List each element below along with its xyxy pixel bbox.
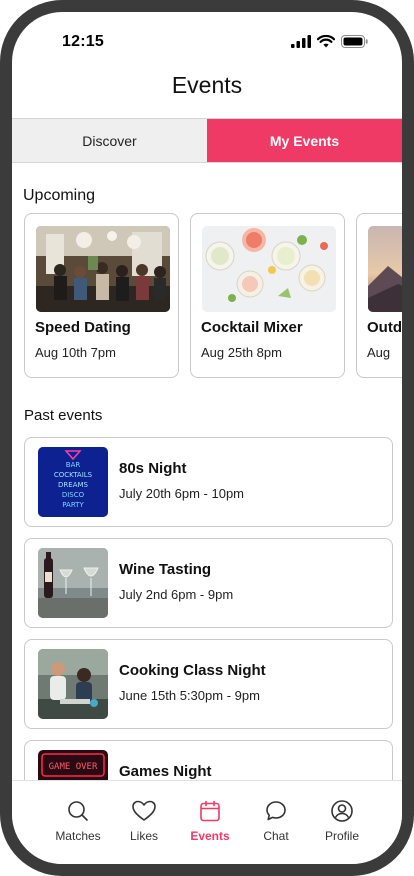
event-date: Aug 10th 7pm [35, 345, 116, 360]
svg-text:PARTY: PARTY [62, 501, 84, 509]
heart-icon [132, 800, 156, 821]
battery-icon [341, 34, 368, 48]
bottom-nav: Matches Likes Events Chat Profile [12, 780, 402, 864]
page-title: Events [171, 72, 243, 98]
nav-matches[interactable]: Matches [43, 799, 113, 843]
past-events-heading: Past events [24, 407, 103, 424]
event-name: Outdoor [367, 319, 402, 336]
event-name: 80s Night [119, 460, 187, 477]
event-name: Cooking Class Night [119, 662, 266, 679]
nav-chat[interactable]: Chat [241, 799, 311, 843]
upcoming-carousel[interactable]: Speed Dating Aug 10th 7pm Cocktail Mixer… [24, 213, 402, 381]
event-image-sunset-mountains [368, 226, 402, 312]
past-event-card[interactable]: Cooking Class Night June 15th 5:30pm - 9… [24, 639, 393, 729]
past-event-card[interactable]: BAR COCKTAILS DREAMS DISCO PARTY 80s Nig… [24, 437, 393, 527]
nav-label: Matches [55, 829, 101, 843]
event-date: June 15th 5:30pm - 9pm [119, 688, 260, 703]
nav-profile[interactable]: Profile [307, 799, 377, 843]
nav-label: Events [190, 829, 230, 843]
user-icon [331, 800, 353, 822]
app-screen: 12:15 Events Discover My Events Upcoming… [12, 12, 402, 864]
tab-discover[interactable]: Discover [12, 119, 207, 162]
upcoming-event-card[interactable]: Cocktail Mixer Aug 25th 8pm [190, 213, 345, 378]
calendar-icon [200, 800, 220, 822]
event-image-neon-sign: BAR COCKTAILS DREAMS DISCO PARTY [38, 447, 108, 517]
status-icons [291, 34, 368, 48]
event-name: Cocktail Mixer [201, 319, 303, 336]
event-tabs: Discover My Events [12, 118, 402, 163]
event-image-cooking-couple [38, 649, 108, 719]
svg-text:GAME OVER: GAME OVER [49, 762, 98, 772]
upcoming-event-card[interactable]: Speed Dating Aug 10th 7pm [24, 213, 179, 378]
event-name: Wine Tasting [119, 561, 212, 578]
event-name: Speed Dating [35, 319, 131, 336]
event-date: July 20th 6pm - 10pm [119, 486, 245, 501]
event-name: Games Night [119, 763, 212, 780]
event-date: July 2nd 6pm - 9pm [119, 587, 234, 602]
status-time: 12:15 [62, 33, 104, 50]
upcoming-event-card[interactable]: Outdoor Aug [356, 213, 402, 378]
wifi-icon [317, 34, 335, 47]
past-event-card[interactable]: Wine Tasting July 2nd 6pm - 9pm [24, 538, 393, 628]
status-bar: 12:15 [12, 12, 402, 68]
tab-my-events[interactable]: My Events [207, 119, 402, 162]
event-image-bar-crowd [36, 226, 170, 312]
svg-text:DREAMS: DREAMS [58, 481, 89, 489]
phone-frame: 12:15 Events Discover My Events Upcoming… [0, 0, 414, 876]
nav-label: Profile [324, 829, 359, 843]
nav-label: Chat [263, 829, 289, 843]
svg-text:BAR: BAR [66, 461, 81, 469]
chat-bubble-icon [266, 801, 286, 821]
event-image-wine-glasses [38, 548, 108, 618]
svg-text:COCKTAILS: COCKTAILS [54, 471, 93, 479]
event-image-cocktails [202, 226, 336, 312]
nav-label: Likes [129, 829, 158, 843]
nav-likes[interactable]: Likes [109, 799, 179, 843]
event-date: Aug 25th 8pm [201, 345, 282, 360]
upcoming-heading: Upcoming [23, 187, 96, 204]
event-date: Aug [367, 345, 391, 360]
svg-text:DISCO: DISCO [62, 491, 85, 499]
nav-events[interactable]: Events [175, 799, 245, 843]
signal-icon [291, 34, 311, 48]
search-icon [68, 801, 88, 821]
